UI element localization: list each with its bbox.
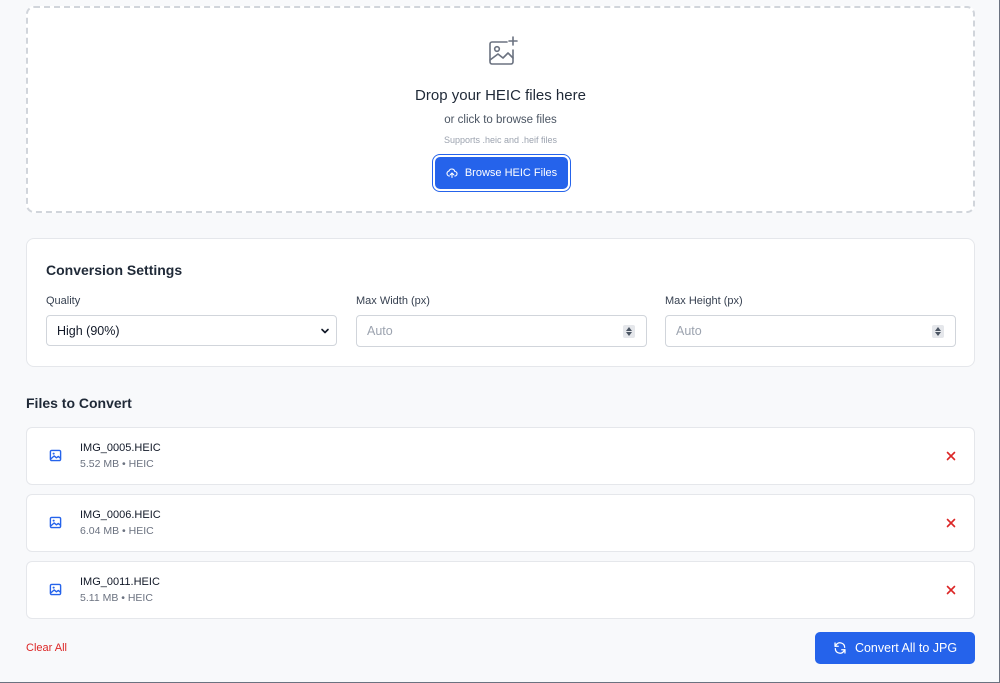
close-icon: [946, 451, 956, 461]
file-item: IMG_0011.HEIC 5.11 MB • HEIC: [26, 561, 975, 619]
file-name: IMG_0005.HEIC: [80, 442, 161, 454]
dropzone[interactable]: Drop your HEIC files here or click to br…: [26, 6, 975, 213]
settings-title: Conversion Settings: [46, 262, 183, 278]
remove-file-button[interactable]: [944, 516, 958, 530]
file-name: IMG_0006.HEIC: [80, 509, 161, 521]
max-height-input[interactable]: Auto: [665, 315, 956, 347]
browse-files-label: Browse HEIC Files: [464, 167, 558, 179]
convert-all-button[interactable]: Convert All to JPG: [815, 632, 975, 664]
file-meta: 5.11 MB • HEIC: [80, 592, 153, 604]
file-meta: 6.04 MB • HEIC: [80, 525, 154, 537]
remove-file-button[interactable]: [944, 583, 958, 597]
conversion-settings-panel: Conversion Settings Quality High (90%) M…: [26, 238, 975, 367]
chevron-down-icon: [321, 328, 329, 334]
quality-select[interactable]: High (90%): [46, 315, 337, 346]
max-width-spinner[interactable]: [623, 325, 635, 338]
max-height-label: Max Height (px): [665, 295, 743, 307]
refresh-icon: [834, 642, 846, 654]
image-icon: [49, 449, 62, 462]
max-width-input[interactable]: Auto: [356, 315, 647, 347]
file-item: IMG_0006.HEIC 6.04 MB • HEIC: [26, 494, 975, 552]
dropzone-subtitle: or click to browse files: [444, 114, 557, 126]
remove-file-button[interactable]: [944, 449, 958, 463]
image-icon: [49, 516, 62, 529]
dropzone-title: Drop your HEIC files here: [415, 87, 586, 104]
files-heading: Files to Convert: [26, 395, 132, 411]
clear-all-button[interactable]: Clear All: [26, 642, 67, 654]
cloud-upload-icon: [446, 168, 458, 179]
quality-value: High (90%): [57, 323, 120, 338]
max-width-label: Max Width (px): [356, 295, 430, 307]
file-item: IMG_0005.HEIC 5.52 MB • HEIC: [26, 427, 975, 485]
max-height-placeholder: Auto: [676, 324, 702, 338]
close-icon: [946, 585, 956, 595]
image-plus-icon: [489, 36, 518, 65]
max-width-placeholder: Auto: [367, 324, 393, 338]
file-name: IMG_0011.HEIC: [80, 576, 160, 588]
image-icon: [49, 583, 62, 596]
file-meta: 5.52 MB • HEIC: [80, 458, 154, 470]
browse-files-button[interactable]: Browse HEIC Files: [435, 157, 568, 189]
convert-all-label: Convert All to JPG: [854, 641, 958, 655]
close-icon: [946, 518, 956, 528]
quality-label: Quality: [46, 295, 81, 307]
max-height-spinner[interactable]: [932, 325, 944, 338]
dropzone-supported-formats: Supports .heic and .heif files: [443, 135, 558, 145]
